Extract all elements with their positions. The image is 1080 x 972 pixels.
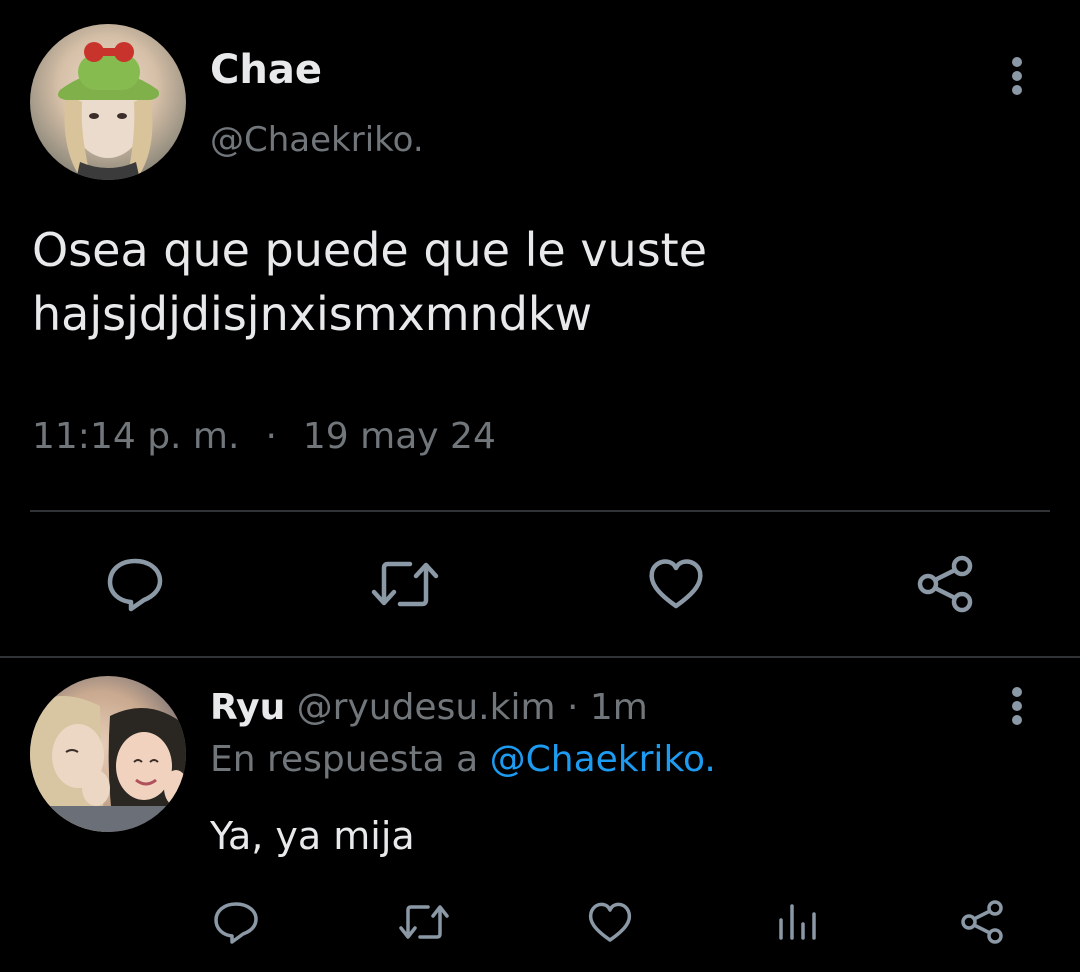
retweet-icon (399, 905, 449, 939)
avatar-photo (58, 42, 159, 180)
retweet-button[interactable] (370, 558, 440, 610)
reply-text: Ya, ya mija (210, 814, 415, 858)
more-vertical-icon (1012, 57, 1022, 95)
tweet-timestamp[interactable]: 11:14 p. m. · 19 may 24 (32, 412, 496, 462)
retweet-icon (371, 561, 439, 607)
reply-views-button[interactable] (776, 902, 818, 942)
reply-prefix: En respuesta a (210, 739, 479, 780)
tweet-time: 11:14 p. m. (32, 416, 240, 457)
heart-icon (588, 902, 632, 942)
reply-share-button[interactable] (958, 898, 1006, 946)
author-avatar[interactable] (30, 24, 186, 180)
reply-age[interactable]: 1m (590, 687, 648, 728)
more-vertical-icon (1012, 687, 1022, 725)
tweet-date: 19 may 24 (302, 416, 496, 457)
reply-more-options-button[interactable] (1002, 686, 1032, 726)
tweet-text: Osea que puede que le vuste hajsjdjdisjn… (32, 218, 1042, 346)
divider (0, 656, 1080, 658)
reply-author-handle[interactable]: @ryudesu.kim (297, 687, 556, 728)
author-name[interactable]: Chae (210, 46, 322, 94)
share-icon (961, 900, 1003, 944)
comment-icon (214, 902, 258, 944)
like-button[interactable] (646, 556, 706, 612)
reply-like-button[interactable] (586, 900, 634, 944)
meta-separator: · (566, 687, 579, 728)
share-icon (917, 555, 973, 613)
divider (30, 510, 1050, 512)
reply-author-name[interactable]: Ryu (210, 687, 285, 728)
reply-reply-button[interactable] (212, 900, 260, 944)
avatar-photo (30, 696, 186, 832)
share-button[interactable] (914, 554, 976, 614)
tweet-text-line: Osea que puede que le vuste (32, 223, 707, 277)
tweet-text-line: hajsjdjdisjnxismxmndkw (32, 287, 593, 341)
reply-context: En respuesta a @Chaekriko. (210, 736, 716, 784)
meta-separator: · (265, 416, 277, 457)
reply-author-avatar[interactable] (30, 676, 186, 832)
reply-button[interactable] (104, 556, 166, 612)
more-options-button[interactable] (1002, 56, 1032, 96)
analytics-icon (779, 904, 816, 940)
comment-icon (107, 558, 163, 612)
reply-retweet-button[interactable] (398, 902, 450, 942)
author-handle[interactable]: @Chaekriko. (210, 118, 424, 162)
reply-mention-link[interactable]: @Chaekriko. (490, 739, 716, 780)
reply-header: Ryu @ryudesu.kim · 1m (210, 684, 648, 732)
heart-icon (649, 559, 703, 609)
